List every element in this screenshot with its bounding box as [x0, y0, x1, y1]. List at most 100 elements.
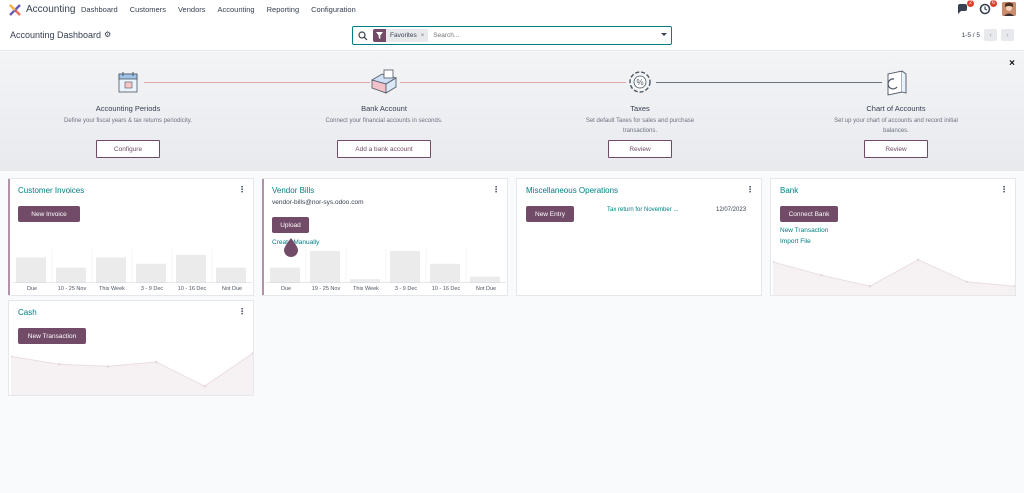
- step-title-bank-account: Bank Account: [361, 104, 407, 113]
- step-connector: [656, 82, 882, 83]
- menu-item-vendors[interactable]: Vendors: [178, 5, 206, 14]
- activities-button[interactable]: 6: [979, 0, 997, 16]
- pager: 1-5 / 5 ‹ ›: [962, 29, 1014, 41]
- journal-card-customer-invoices: Customer Invoices ⋮ New Invoice Due 10 -…: [8, 178, 254, 296]
- chart-tick-label: Not Due: [221, 286, 243, 292]
- vendor-bills-bar-chart: [266, 249, 506, 283]
- search-facet-favorites: Favorites ×: [373, 29, 429, 42]
- import-file-link[interactable]: Import File: [780, 238, 811, 245]
- journal-title[interactable]: Customer Invoices: [18, 186, 84, 195]
- new-transaction-button[interactable]: New Transaction: [18, 328, 86, 344]
- tax-return-date: 12/07/2023: [716, 207, 747, 213]
- chart-tick-label: This Week: [99, 286, 125, 292]
- step-desc-accounting-periods: Define your fiscal years & tax returns p…: [64, 118, 192, 124]
- chart-area: [773, 259, 1015, 295]
- chart-bar: [310, 251, 340, 283]
- journal-card-cash: Cash ⋮ New Transaction: [8, 300, 254, 396]
- facet-label: Favorites: [390, 32, 417, 39]
- pager-next-button[interactable]: ›: [1001, 29, 1014, 41]
- top-navbar: Accounting Dashboard Customers Vendors A…: [0, 0, 1024, 21]
- new-entry-button[interactable]: New Entry: [526, 206, 574, 222]
- configure-button[interactable]: Configure: [96, 140, 160, 158]
- upload-button[interactable]: Upload: [272, 217, 309, 233]
- user-avatar-image: [1002, 2, 1016, 16]
- pager-previous-button[interactable]: ‹: [984, 29, 997, 41]
- chart-point: [917, 258, 920, 261]
- chart-area: [11, 353, 253, 395]
- step-desc-bank-account: Connect your financial accounts in secon…: [325, 118, 443, 124]
- chart-tick-label: Not Due: [475, 286, 497, 292]
- chart-bar: [390, 251, 420, 283]
- chart-tick-label: 10 - 25 Nov: [57, 286, 87, 292]
- chart-bar: [176, 254, 206, 283]
- new-transaction-link[interactable]: New Transaction: [780, 227, 828, 234]
- search-bar[interactable]: Favorites ×: [352, 26, 672, 45]
- card-accent: [8, 179, 10, 295]
- gear-icon[interactable]: ⚙: [104, 30, 111, 39]
- systray: 2 6: [956, 0, 1016, 16]
- close-onboarding-icon[interactable]: ×: [1009, 58, 1015, 69]
- step-title-chart-of-accounts: Chart of Accounts: [866, 104, 926, 113]
- filter-icon: [373, 29, 386, 42]
- new-invoice-button[interactable]: New Invoice: [18, 206, 80, 222]
- search-icon[interactable]: [358, 30, 368, 41]
- chart-tick-label: Due: [280, 286, 292, 292]
- calendar-icon: [118, 72, 138, 93]
- journal-title[interactable]: Cash: [18, 308, 37, 317]
- chart-tick-label: 19 - 25 Nov: [311, 286, 341, 292]
- step-title-taxes: Taxes: [630, 104, 650, 113]
- pager-value[interactable]: 1-5 / 5: [962, 32, 980, 39]
- review-chart-of-accounts-button[interactable]: Review: [864, 140, 928, 158]
- chart-bar: [16, 257, 46, 283]
- chart-bar: [430, 263, 460, 283]
- chart-bar: [136, 263, 166, 283]
- menu-item-configuration[interactable]: Configuration: [311, 5, 356, 14]
- control-panel: Accounting Dashboard ⚙ Favorites × 1-5 /…: [0, 21, 1024, 51]
- chart-bar: [56, 267, 86, 283]
- journal-title[interactable]: Bank: [780, 186, 798, 195]
- step-desc-taxes: Set default Taxes for sales and purchase…: [585, 118, 695, 134]
- menu-item-reporting[interactable]: Reporting: [267, 5, 300, 14]
- chart-tick-label: 10 - 16 Dec: [177, 286, 207, 292]
- add-bank-account-button[interactable]: Add a bank account: [337, 140, 431, 158]
- messages-button[interactable]: 2: [956, 0, 974, 16]
- app-name[interactable]: Accounting: [26, 4, 75, 15]
- chart-point: [203, 385, 206, 388]
- user-avatar[interactable]: [1002, 2, 1016, 16]
- journal-title[interactable]: Miscellaneous Operations: [526, 186, 618, 195]
- journal-title[interactable]: Vendor Bills: [272, 186, 314, 195]
- search-options-toggle-icon[interactable]: [661, 33, 667, 36]
- cash-line-chart: [11, 352, 253, 395]
- kebab-menu-icon[interactable]: ⋮: [238, 307, 246, 316]
- odoo-logo-icon[interactable]: [9, 4, 21, 16]
- tax-gear-icon: %: [629, 71, 651, 93]
- kebab-menu-icon[interactable]: ⋮: [746, 185, 754, 194]
- chart-of-accounts-icon: [887, 70, 907, 96]
- journal-card-miscellaneous: Miscellaneous Operations ⋮ New Entry Tax…: [516, 178, 762, 296]
- review-taxes-button[interactable]: Review: [608, 140, 672, 158]
- chart-bar: [96, 257, 126, 283]
- tax-return-link[interactable]: Tax return for November ...: [607, 207, 678, 213]
- kebab-menu-icon[interactable]: ⋮: [238, 185, 246, 194]
- card-accent: [262, 179, 264, 295]
- chart-point: [868, 285, 871, 288]
- menu-item-customers[interactable]: Customers: [130, 5, 166, 14]
- step-connector: [400, 82, 626, 83]
- facet-remove-icon[interactable]: ×: [421, 33, 429, 39]
- chart-tick-label: This Week: [353, 286, 379, 292]
- menu-item-dashboard[interactable]: Dashboard: [81, 5, 118, 14]
- onboarding-panel: × Accounting Periods Define your fiscal …: [0, 52, 1024, 171]
- svg-text:%: %: [636, 78, 643, 87]
- chart-point: [965, 280, 968, 283]
- activities-badge: 6: [990, 0, 997, 7]
- customer-invoices-bar-chart: [12, 249, 252, 283]
- menu-item-accounting[interactable]: Accounting: [218, 5, 255, 14]
- search-input[interactable]: [433, 32, 634, 39]
- step-title-accounting-periods: Accounting Periods: [95, 104, 161, 113]
- page-title: Accounting Dashboard: [10, 30, 102, 40]
- kebab-menu-icon[interactable]: ⋮: [492, 185, 500, 194]
- vendor-bills-email[interactable]: vendor-bills@nor-sys.odoo.com: [272, 199, 364, 206]
- connect-bank-button[interactable]: Connect Bank: [780, 206, 838, 222]
- journal-card-bank: Bank ⋮ Connect Bank New Transaction Impo…: [770, 178, 1016, 296]
- kebab-menu-icon[interactable]: ⋮: [1000, 185, 1008, 194]
